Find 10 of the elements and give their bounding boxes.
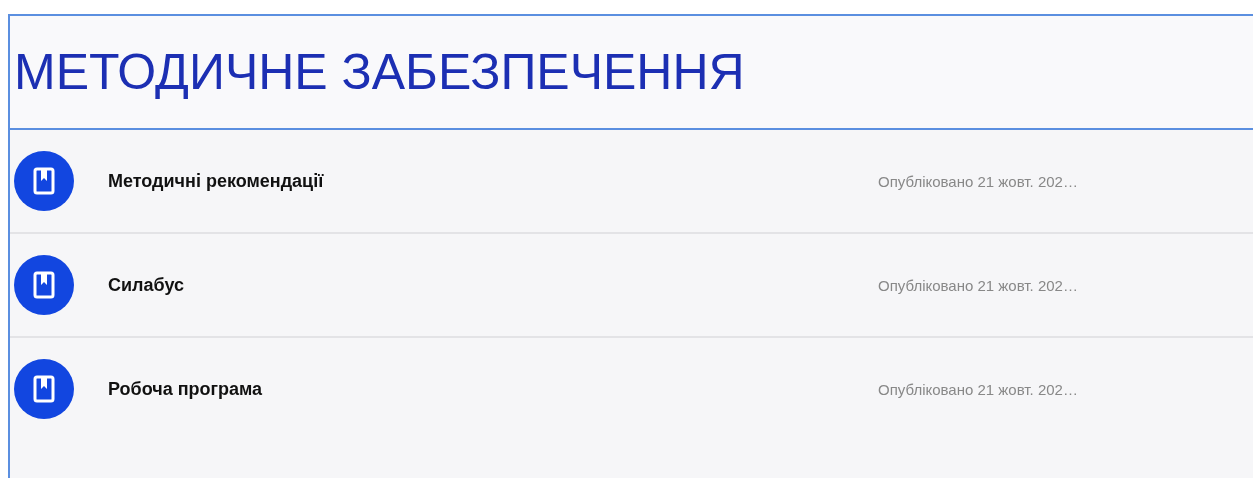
book-icon — [14, 151, 74, 211]
book-icon — [14, 255, 74, 315]
published-date: Опубліковано 21 жовт. 202… — [878, 172, 1078, 190]
section-title: МЕТОДИЧНЕ ЗАБЕЗПЕЧЕННЯ — [14, 43, 745, 101]
document-link[interactable]: Робоча програма — [108, 378, 878, 400]
published-date: Опубліковано 21 жовт. 202… — [878, 380, 1078, 398]
book-icon — [14, 359, 74, 419]
document-link[interactable]: Силабус — [108, 274, 878, 296]
document-link[interactable]: Методичні рекомендації — [108, 170, 878, 192]
published-date: Опубліковано 21 жовт. 202… — [878, 276, 1078, 294]
